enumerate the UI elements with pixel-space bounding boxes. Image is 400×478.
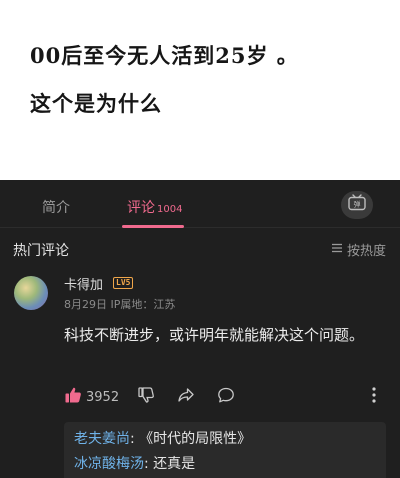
tab-bar: 简介 评论 1004 弹 xyxy=(0,180,400,228)
caption-line-2: 这个是为什么 xyxy=(30,91,162,116)
tab-intro[interactable]: 简介 xyxy=(42,197,70,217)
section-title: 热门评论 xyxy=(13,243,69,259)
reply-text: 还真是 xyxy=(153,456,196,472)
comments-section-header: 热门评论 按热度 xyxy=(0,236,400,264)
comment-username[interactable]: 卡得加 xyxy=(64,274,103,293)
comment-text: 科技不断进步，或许明年就能解决这个问题。 xyxy=(64,326,365,344)
sort-label: 按热度 xyxy=(346,244,386,259)
reply-button[interactable] xyxy=(217,385,235,409)
tab-comments[interactable]: 评论 1004 xyxy=(127,197,182,217)
avatar[interactable] xyxy=(14,276,48,310)
tab-comments-label: 评论 xyxy=(127,200,155,216)
reply-username[interactable]: 老夫姜尚 xyxy=(74,431,130,447)
reply-item: 老夫姜尚: 《时代的局限性》 xyxy=(74,428,251,448)
more-options-button[interactable] xyxy=(370,385,378,409)
reply-separator: : xyxy=(130,431,140,447)
thumbs-down-icon xyxy=(137,386,155,408)
tab-active-indicator xyxy=(122,225,184,228)
comment-actions: 3952 xyxy=(64,385,384,409)
reply-separator: : xyxy=(144,456,154,472)
dislike-button[interactable] xyxy=(137,385,155,409)
comment-meta: 8月29日 IP属地：江苏 xyxy=(64,298,176,311)
reply-item: 冰凉酸梅汤: 还真是 xyxy=(74,453,195,473)
reply-icon xyxy=(217,386,235,408)
more-icon xyxy=(370,386,378,408)
share-button[interactable] xyxy=(177,385,195,409)
reply-username[interactable]: 冰凉酸梅汤 xyxy=(74,456,144,472)
caption-line-1: 00后至今无人活到25岁 。 xyxy=(30,43,299,68)
svg-text:弹: 弹 xyxy=(354,200,361,209)
caption-image: 00后至今无人活到25岁 。 这个是为什么 xyxy=(0,0,400,180)
like-count: 3952 xyxy=(86,389,120,405)
danmaku-toggle-button[interactable]: 弹 xyxy=(341,191,373,219)
tab-intro-label: 简介 xyxy=(42,200,70,216)
app-screen: 简介 评论 1004 弹 热门评论 按热度 卡得加 LV5 8月29日 IP属地… xyxy=(0,180,400,478)
sort-icon xyxy=(331,242,343,257)
sort-button[interactable]: 按热度 xyxy=(331,240,386,259)
thumbs-up-icon xyxy=(64,386,82,408)
level-badge: LV5 xyxy=(113,277,134,289)
reply-preview-box[interactable]: 老夫姜尚: 《时代的局限性》 冰凉酸梅汤: 还真是 xyxy=(64,422,386,478)
tv-danmaku-icon: 弹 xyxy=(347,194,367,216)
like-button[interactable]: 3952 xyxy=(64,385,119,409)
tab-comments-count: 1004 xyxy=(157,204,183,215)
reply-text: 《时代的局限性》 xyxy=(139,431,252,447)
share-icon xyxy=(177,386,195,408)
